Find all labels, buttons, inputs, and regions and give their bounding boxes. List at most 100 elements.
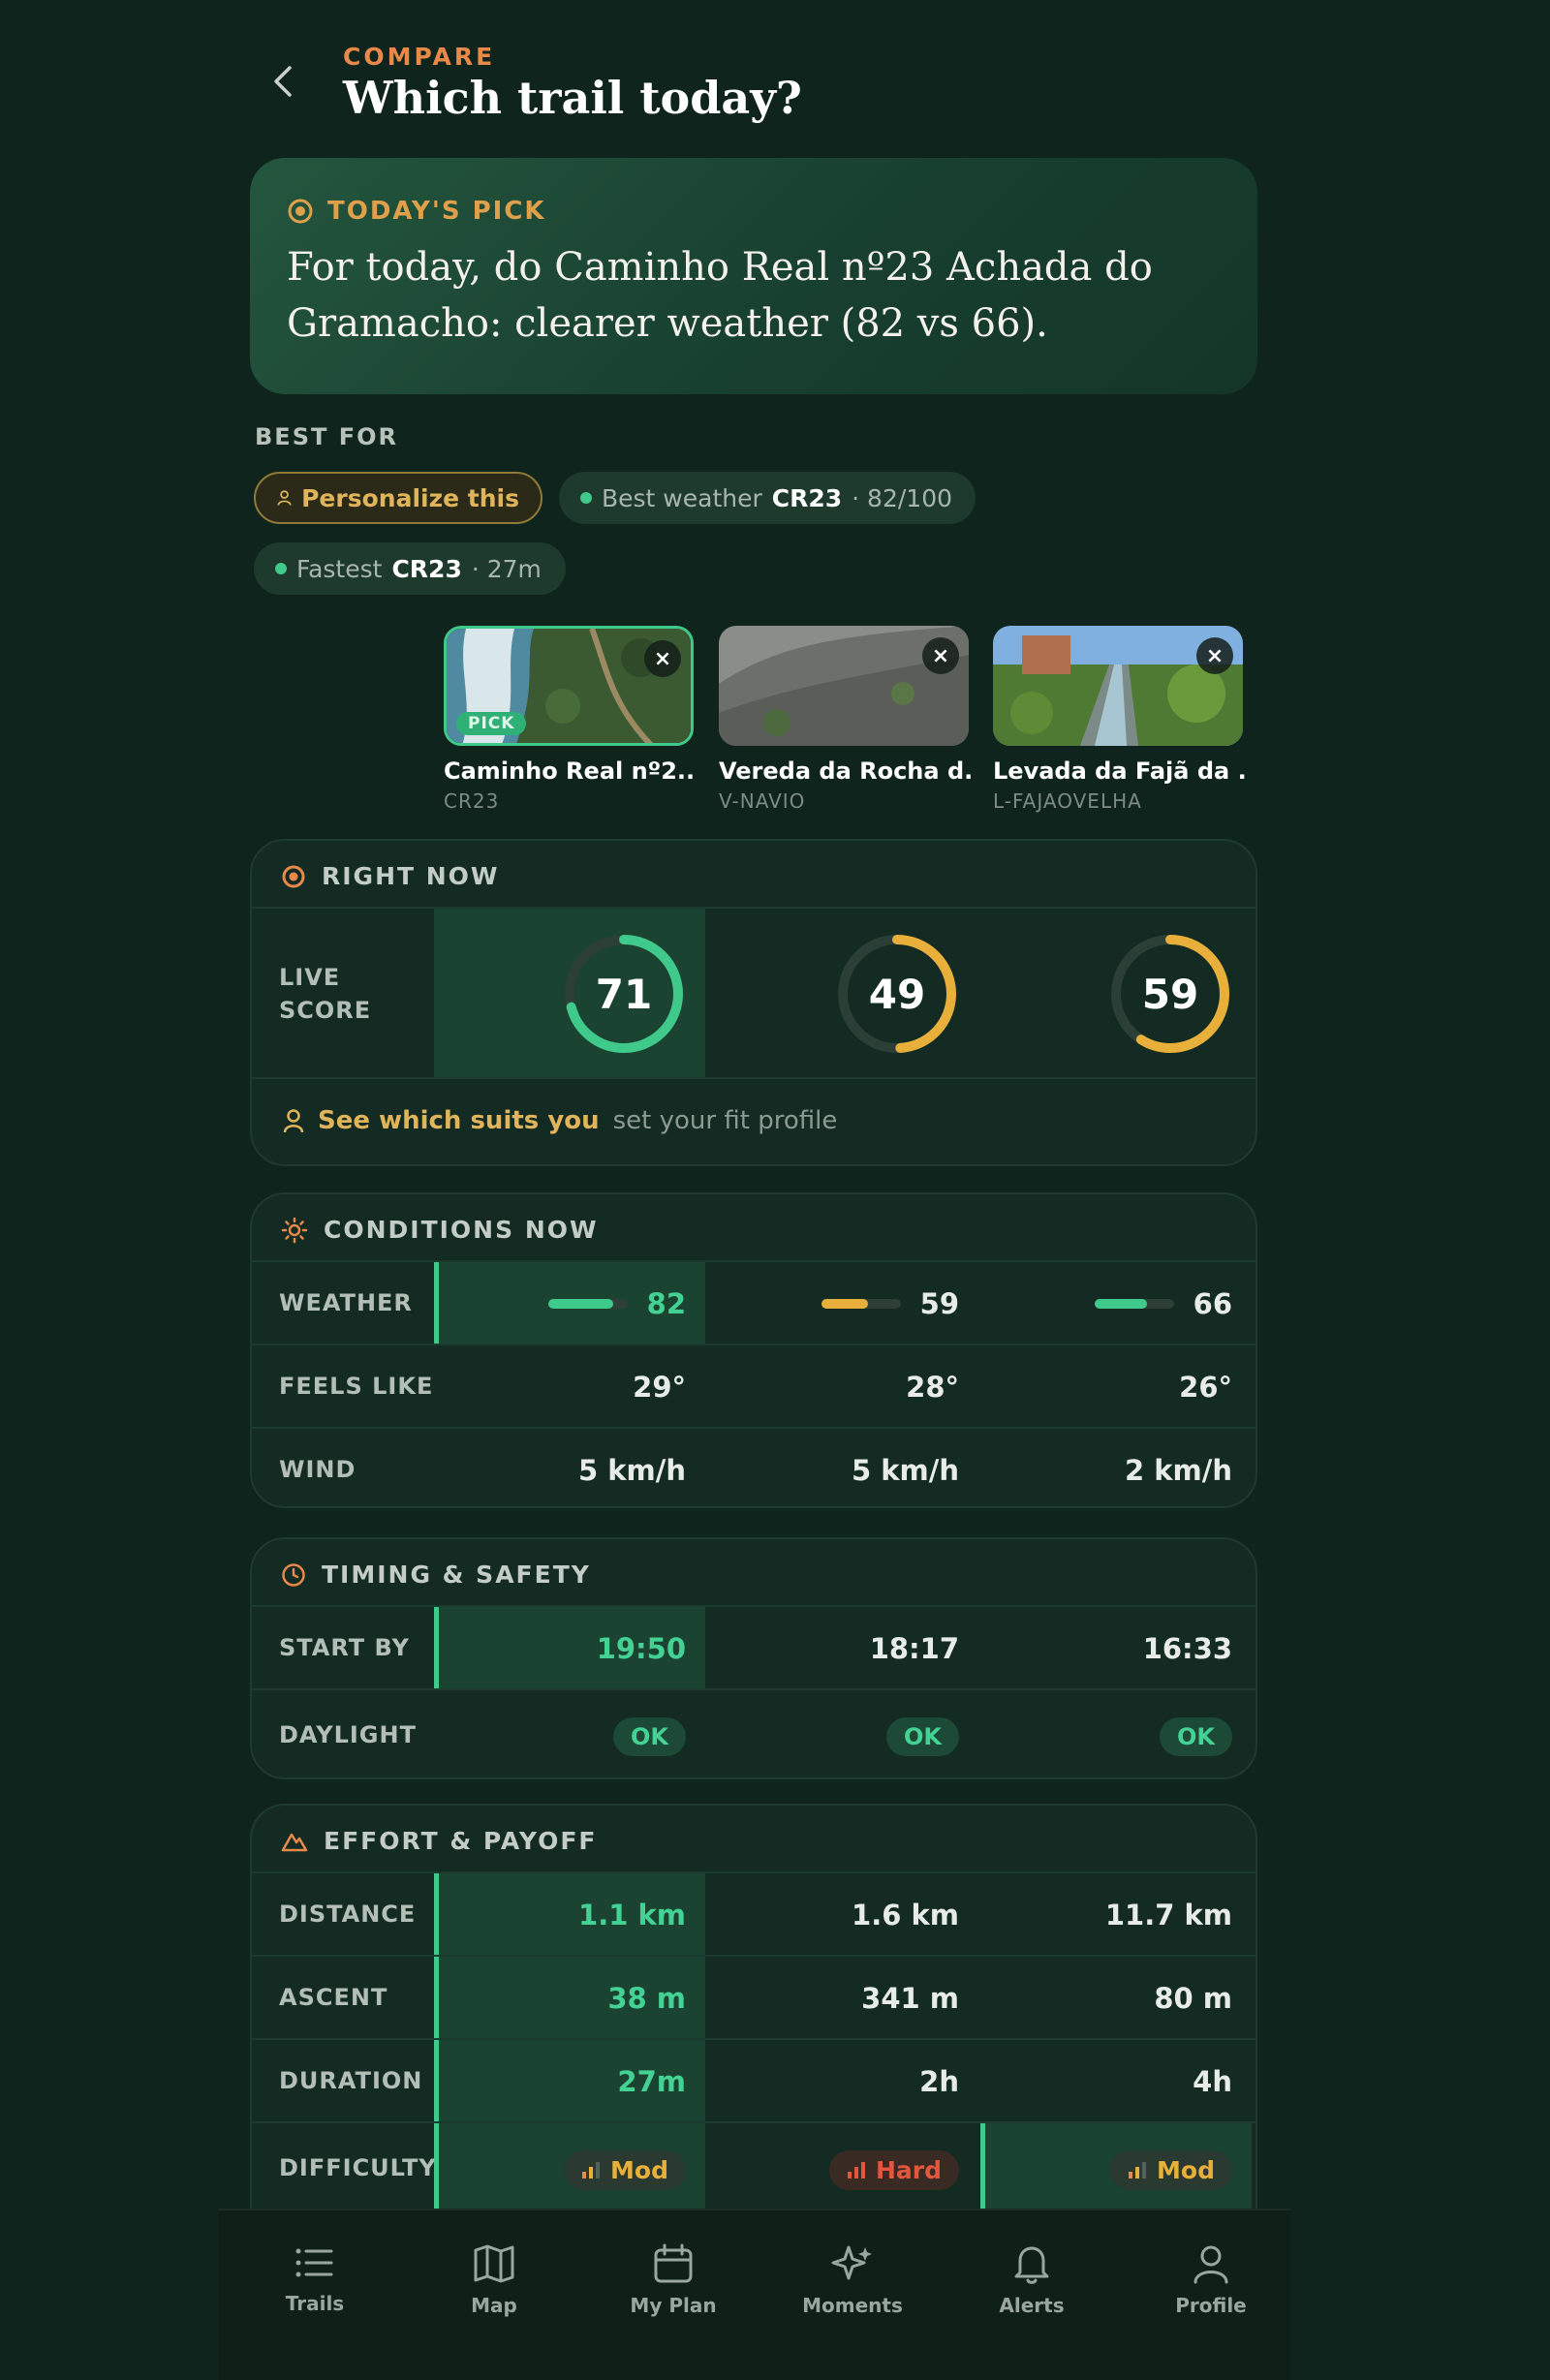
distance-row: DISTANCE 1.1 km 1.6 km 11.7 km xyxy=(252,1871,1256,1957)
difficulty-row: DIFFICULTY Mod Hard Mod xyxy=(252,2121,1256,2216)
right-now-title: RIGHT NOW xyxy=(322,862,500,890)
score-value: 71 xyxy=(595,970,653,1018)
fastest-chip[interactable]: Fastest CR23 · 27m xyxy=(254,542,566,595)
feels-like-row: FEELS LIKE 29° 28° 26° xyxy=(252,1344,1256,1429)
score-ring: 59 xyxy=(1108,932,1232,1056)
best-weather-chip[interactable]: Best weather CR23 · 82/100 xyxy=(559,472,976,524)
user-icon xyxy=(283,1109,304,1133)
fit-profile-row[interactable]: See which suits you set your fit profile xyxy=(252,1077,1256,1164)
see-which-suits-link[interactable]: See which suits you xyxy=(318,1106,600,1135)
chevron-left-icon xyxy=(274,66,292,97)
score-value: 49 xyxy=(868,970,926,1018)
score-ring: 49 xyxy=(835,932,959,1056)
clock-icon xyxy=(282,1562,305,1587)
trail-code: V-NAVIO xyxy=(719,789,806,813)
nav-profile[interactable]: Profile xyxy=(1143,2243,1279,2317)
remove-trail-button[interactable]: × xyxy=(922,637,959,674)
feels-like-value: 29° xyxy=(633,1371,686,1404)
green-dot-icon xyxy=(275,563,287,574)
trail-thumb-l-fajaovelha[interactable]: × xyxy=(993,626,1243,746)
start-by-value: 16:33 xyxy=(1142,1632,1232,1665)
nav-moments[interactable]: Moments xyxy=(785,2243,920,2317)
back-button[interactable] xyxy=(264,62,302,101)
trail-code: CR23 xyxy=(444,789,500,813)
trail-thumb-v-navio[interactable]: × xyxy=(719,626,969,746)
duration-value: 2h xyxy=(919,2065,959,2098)
map-icon xyxy=(474,2244,514,2283)
feels-like-value: 26° xyxy=(1179,1371,1232,1404)
distance-value: 1.6 km xyxy=(852,1899,959,1932)
wind-value: 2 km/h xyxy=(1124,1454,1232,1487)
target-icon xyxy=(288,199,313,224)
calendar-icon xyxy=(654,2243,693,2283)
conditions-title: CONDITIONS NOW xyxy=(324,1216,599,1244)
right-now-card: RIGHT NOW LIVE SCORE 71 49 59 See which … xyxy=(250,839,1257,1166)
page-kicker: COMPARE xyxy=(343,43,496,71)
live-score-cell: 49 xyxy=(707,909,978,1079)
ok-badge: OK xyxy=(886,1717,959,1756)
bottom-nav: Trails Map My Plan Moments Alerts Profil… xyxy=(218,2209,1291,2380)
wind-value: 5 km/h xyxy=(851,1454,959,1487)
mountain-icon xyxy=(281,1833,308,1851)
signal-bars-icon xyxy=(1129,2162,1147,2179)
target-icon xyxy=(282,865,305,887)
difficulty-badge: Mod xyxy=(564,2149,686,2190)
bell-icon xyxy=(1014,2246,1049,2284)
timing-card: TIMING & SAFETY START BY 19:50 18:17 16:… xyxy=(250,1537,1257,1779)
start-by-value: 19:50 xyxy=(434,1607,705,1690)
remove-trail-button[interactable]: × xyxy=(644,640,681,677)
sparkle-icon xyxy=(831,2245,872,2280)
distance-value: 1.1 km xyxy=(434,1873,705,1957)
duration-value: 4h xyxy=(1193,2065,1232,2098)
page-header: COMPARE Which trail today? xyxy=(250,39,1257,136)
conditions-card: CONDITIONS NOW WEATHER 82 59 66 FEELS LI… xyxy=(250,1192,1257,1508)
ok-badge: OK xyxy=(613,1717,686,1756)
live-score-cell: 59 xyxy=(980,909,1252,1079)
signal-bars-icon xyxy=(847,2162,865,2179)
duration-value: 27m xyxy=(434,2040,705,2123)
green-dot-icon xyxy=(580,492,592,504)
ascent-value: 38 m xyxy=(434,1957,705,2040)
live-score-row: LIVE SCORE 71 49 59 xyxy=(252,907,1256,1079)
nav-my-plan[interactable]: My Plan xyxy=(605,2243,741,2317)
duration-row: DURATION 27m 2h 4h xyxy=(252,2038,1256,2123)
effort-card: EFFORT & PAYOFF DISTANCE 1.1 km 1.6 km 1… xyxy=(250,1804,1257,2230)
effort-title: EFFORT & PAYOFF xyxy=(324,1827,598,1855)
ascent-row: ASCENT 38 m 341 m 80 m xyxy=(252,1955,1256,2040)
weather-row: WEATHER 82 59 66 xyxy=(252,1260,1256,1345)
trail-name: Vereda da Rocha d... xyxy=(719,757,971,785)
daylight-row: DAYLIGHT OK OK OK xyxy=(252,1688,1256,1777)
user-icon xyxy=(277,490,292,506)
wind-value: 5 km/h xyxy=(577,1454,686,1487)
page-title: Which trail today? xyxy=(343,72,802,124)
todays-pick-label: TODAY'S PICK xyxy=(327,197,546,226)
trail-code: L-FAJAOVELHA xyxy=(993,789,1142,813)
trail-name: Levada da Fajã da ... xyxy=(993,757,1245,785)
weather-bar xyxy=(821,1299,901,1309)
personalize-chip[interactable]: Personalize this xyxy=(254,472,542,524)
remove-trail-button[interactable]: × xyxy=(1196,637,1233,674)
user-icon xyxy=(1194,2245,1228,2284)
weather-bar xyxy=(547,1299,628,1309)
weather-score: 59 xyxy=(919,1287,959,1320)
ok-badge: OK xyxy=(1160,1717,1232,1756)
personalize-label: Personalize this xyxy=(301,483,519,512)
score-value: 59 xyxy=(1141,970,1199,1018)
trail-thumb-cr23[interactable]: × PICK xyxy=(444,626,694,746)
weather-score: 82 xyxy=(646,1287,686,1320)
best-for-label: BEST FOR xyxy=(255,423,398,450)
ascent-value: 341 m xyxy=(861,1982,959,2015)
todays-pick-text: For today, do Caminho Real nº23 Achada d… xyxy=(287,245,1153,346)
timing-title: TIMING & SAFETY xyxy=(322,1561,591,1589)
wind-row: WIND 5 km/h 5 km/h 2 km/h xyxy=(252,1427,1256,1506)
nav-map[interactable]: Map xyxy=(426,2243,562,2317)
difficulty-badge: Mod xyxy=(1110,2149,1232,2190)
ascent-value: 80 m xyxy=(1154,1982,1232,2015)
todays-pick-card: TODAY'S PICK For today, do Caminho Real … xyxy=(250,158,1257,394)
pick-badge: PICK xyxy=(456,712,527,735)
difficulty-badge: Hard xyxy=(828,2149,959,2190)
start-by-row: START BY 19:50 18:17 16:33 xyxy=(252,1605,1256,1690)
nav-alerts[interactable]: Alerts xyxy=(964,2243,1100,2317)
nav-trails[interactable]: Trails xyxy=(247,2243,383,2315)
fit-profile-hint: set your fit profile xyxy=(612,1106,838,1135)
